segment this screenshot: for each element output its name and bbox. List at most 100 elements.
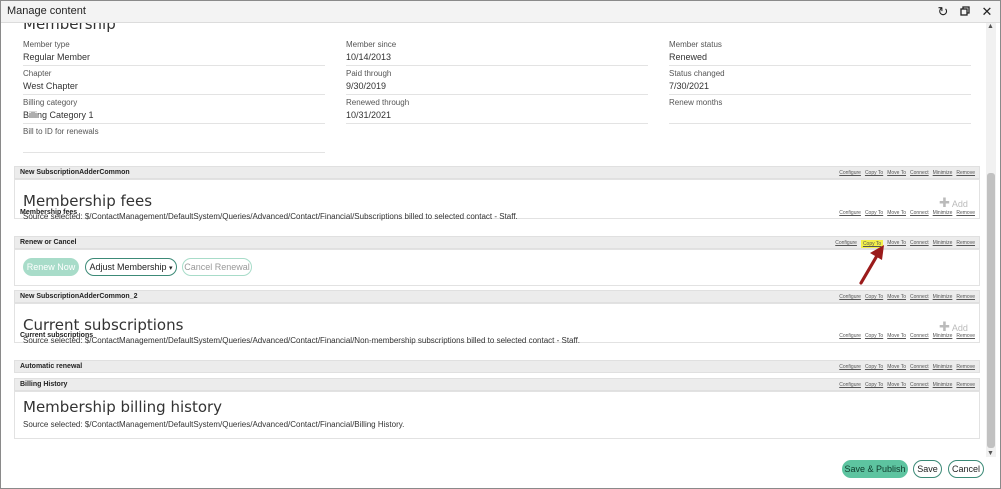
configure-link[interactable]: Configure [839, 170, 861, 176]
panel-title: New SubscriptionAdderCommon [20, 169, 130, 176]
member-since-label: Member since [346, 40, 397, 49]
move-to-link[interactable]: Move To [887, 210, 906, 216]
divider [23, 94, 325, 95]
minimize-link[interactable]: Minimize [933, 240, 953, 248]
content-area: Membership Member type Regular Member Ch… [14, 23, 981, 441]
annotation-arrow-icon [859, 245, 884, 285]
bill-to-label: Bill to ID for renewals [23, 127, 99, 136]
move-to-link[interactable]: Move To [887, 240, 906, 248]
minimize-link[interactable]: Minimize [933, 382, 953, 388]
configure-link[interactable]: Configure [839, 210, 861, 216]
divider [23, 123, 325, 124]
membership-fees-heading: Membership fees [23, 192, 153, 210]
manage-content-window: Manage content ↻ ✕ Membership Member typ… [0, 0, 1001, 489]
remove-link[interactable]: Remove [956, 170, 975, 176]
panel-title: Renew or Cancel [20, 239, 77, 246]
current-subscriptions-heading: Current subscriptions [23, 316, 184, 334]
move-to-link[interactable]: Move To [887, 294, 906, 300]
scroll-down-icon[interactable]: ▼ [987, 450, 994, 457]
divider [346, 65, 648, 66]
remove-link[interactable]: Remove [956, 240, 975, 248]
adjust-membership-button[interactable]: Adjust Membership ▾ [85, 258, 177, 276]
window-titlebar: Manage content ↻ ✕ [1, 1, 1000, 23]
caret-down-icon: ▾ [169, 265, 173, 272]
connect-link[interactable]: Connect [910, 382, 929, 388]
move-to-link[interactable]: Move To [887, 333, 906, 339]
configure-link[interactable]: Configure [835, 240, 857, 248]
panel-title: Billing History [20, 381, 68, 388]
billing-category-value: Billing Category 1 [23, 110, 94, 120]
move-to-link[interactable]: Move To [887, 364, 906, 370]
connect-link[interactable]: Connect [910, 210, 929, 216]
panel-links: Configure Copy To Move To Connect Minimi… [839, 364, 975, 370]
copy-to-link[interactable]: Copy To [865, 170, 883, 176]
fees-source-text: Source selected: $/ContactManagement/Def… [23, 212, 518, 221]
remove-link[interactable]: Remove [956, 364, 975, 370]
restore-window-icon[interactable] [957, 4, 973, 20]
vertical-scrollbar[interactable]: ▲ ▼ [986, 23, 996, 457]
plus-icon: ✚ [939, 319, 950, 334]
panel-links: Configure Copy To Move To Connect Minimi… [839, 294, 975, 300]
minimize-link[interactable]: Minimize [933, 170, 953, 176]
save-button[interactable]: Save [913, 460, 942, 478]
copy-to-link[interactable]: Copy To [865, 382, 883, 388]
connect-link[interactable]: Connect [910, 333, 929, 339]
refresh-icon[interactable]: ↻ [935, 4, 951, 20]
panel-header-renew: Renew or Cancel Configure Copy To Move T… [14, 236, 980, 249]
move-to-link[interactable]: Move To [887, 170, 906, 176]
scroll-up-icon[interactable]: ▲ [987, 23, 994, 30]
cancel-button[interactable]: Cancel [948, 460, 984, 478]
billing-history-source-text: Source selected: $/ContactManagement/Def… [23, 420, 405, 429]
member-type-label: Member type [23, 40, 70, 49]
divider [346, 94, 648, 95]
divider [23, 65, 325, 66]
add-label: Add [951, 199, 968, 209]
connect-link[interactable]: Connect [910, 294, 929, 300]
plus-icon: ✚ [939, 195, 950, 210]
remove-link[interactable]: Remove [956, 294, 975, 300]
copy-to-link[interactable]: Copy To [865, 210, 883, 216]
connect-link[interactable]: Connect [910, 170, 929, 176]
minimize-link[interactable]: Minimize [933, 294, 953, 300]
status-changed-value: 7/30/2021 [669, 81, 710, 91]
move-to-link[interactable]: Move To [887, 382, 906, 388]
panel-links: Configure Copy To Move To Connect Minimi… [839, 170, 975, 176]
billing-category-label: Billing category [23, 98, 78, 107]
add-fee-button[interactable]: ✚ Add [939, 195, 968, 211]
copy-to-link[interactable]: Copy To [865, 333, 883, 339]
panel-links: Configure Copy To Move To Connect Minimi… [839, 382, 975, 388]
renew-now-button[interactable]: Renew Now [23, 258, 79, 276]
minimize-link[interactable]: Minimize [933, 364, 953, 370]
copy-to-link[interactable]: Copy To [865, 364, 883, 370]
configure-link[interactable]: Configure [839, 364, 861, 370]
panel-title: Automatic renewal [20, 363, 83, 370]
connect-link[interactable]: Connect [910, 240, 929, 248]
divider [669, 123, 971, 124]
renewed-through-label: Renewed through [346, 98, 410, 107]
divider [669, 65, 971, 66]
save-publish-button[interactable]: Save & Publish [842, 460, 908, 478]
copy-to-link[interactable]: Copy To [865, 294, 883, 300]
panel-header-adder-common: New SubscriptionAdderCommon Configure Co… [14, 166, 980, 179]
configure-link[interactable]: Configure [839, 333, 861, 339]
divider [23, 152, 325, 153]
panel-header-auto-renewal: Automatic renewal Configure Copy To Move… [14, 360, 980, 373]
member-status-value: Renewed [669, 52, 708, 62]
configure-link[interactable]: Configure [839, 382, 861, 388]
scrollbar-thumb[interactable] [987, 173, 995, 448]
adjust-membership-label: Adjust Membership [89, 262, 167, 272]
cancel-renewal-button[interactable]: Cancel Renewal [182, 258, 252, 276]
paid-through-label: Paid through [346, 69, 392, 78]
add-subscription-button[interactable]: ✚ Add [939, 319, 968, 335]
remove-link[interactable]: Remove [956, 382, 975, 388]
status-changed-label: Status changed [669, 69, 725, 78]
billing-history-heading: Membership billing history [23, 398, 223, 416]
add-label: Add [951, 323, 968, 333]
panel-title: New SubscriptionAdderCommon_2 [20, 293, 138, 300]
connect-link[interactable]: Connect [910, 364, 929, 370]
chapter-label: Chapter [23, 69, 52, 78]
paid-through-value: 9/30/2019 [346, 81, 387, 91]
close-icon[interactable]: ✕ [979, 4, 995, 20]
configure-link[interactable]: Configure [839, 294, 861, 300]
current-source-text: Source selected: $/ContactManagement/Def… [23, 336, 581, 345]
